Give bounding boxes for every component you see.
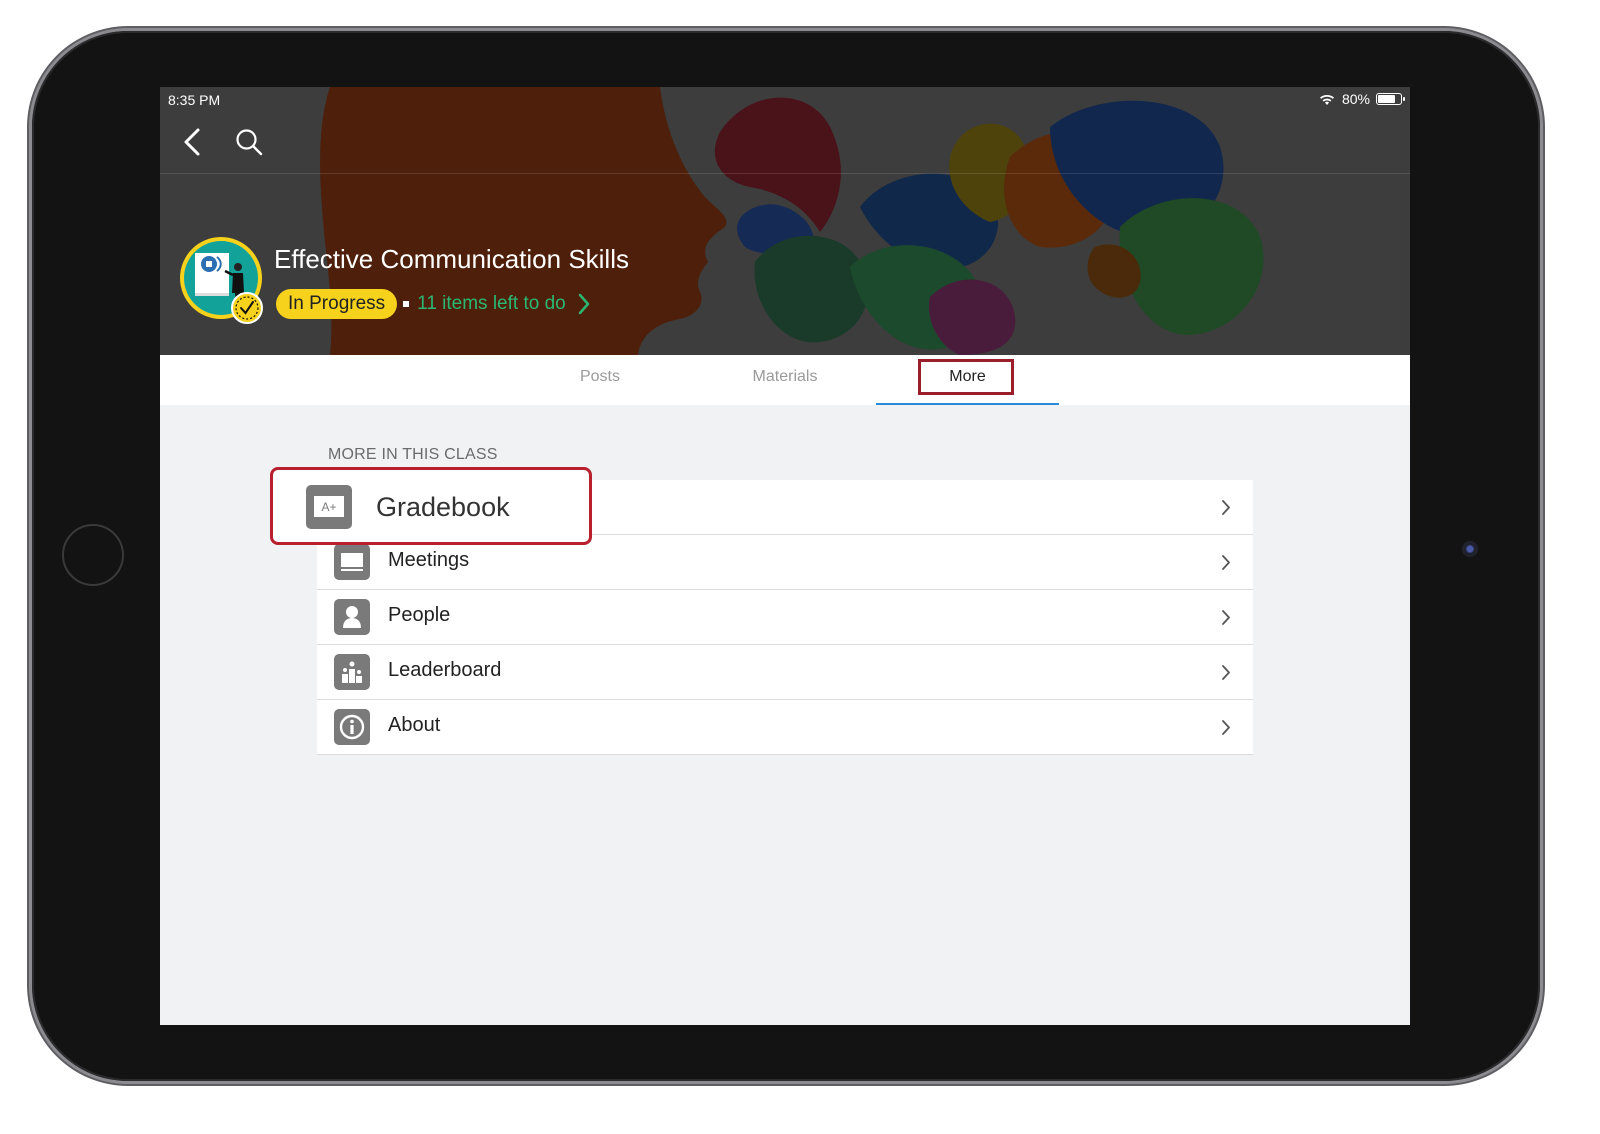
item-label: Meetings: [388, 549, 470, 571]
status-bar: 8:35 PM 80%: [160, 87, 1410, 113]
grade-a-plus-icon: A+: [306, 485, 352, 529]
chevron-right-icon: [1222, 610, 1230, 625]
todo-text: 11 items left to do: [417, 293, 566, 314]
course-header: 8:35 PM 80% Effective Communication Skil…: [160, 87, 1410, 355]
chevron-right-icon: [1222, 665, 1230, 680]
tab-posts[interactable]: Posts: [520, 355, 680, 403]
chevron-right-icon: [578, 293, 589, 315]
progress-row: In Progress 11 items left to do: [276, 288, 590, 320]
search-icon[interactable]: [234, 127, 264, 157]
chevron-right-icon: [1222, 500, 1230, 515]
item-label: People: [388, 604, 451, 626]
home-button[interactable]: [62, 524, 124, 586]
info-icon: [334, 709, 370, 745]
podium-icon: [334, 654, 370, 690]
back-chevron-icon[interactable]: [180, 127, 206, 157]
item-label: Leaderboard: [388, 659, 502, 681]
svg-text:A+: A+: [321, 500, 336, 514]
app-screen: 8:35 PM 80% Effective Communication Skil…: [160, 87, 1410, 1025]
nav-bar: [160, 113, 1410, 174]
list-item-people[interactable]: People: [317, 590, 1253, 645]
battery-icon: [1376, 93, 1405, 105]
presenter-badge-icon: [180, 237, 263, 324]
tab-bar: Posts Materials More: [160, 355, 1410, 405]
monitor-icon: [334, 544, 370, 580]
wifi-icon: [1319, 94, 1334, 105]
person-icon: [334, 599, 370, 635]
separator-dot: [403, 301, 410, 307]
battery-percent: 80%: [1341, 91, 1370, 107]
gradebook-callout[interactable]: A+ Gradebook: [270, 467, 592, 545]
list-item-leaderboard[interactable]: Leaderboard: [317, 645, 1253, 700]
status-right: 80%: [1318, 91, 1405, 107]
tab-materials[interactable]: Materials: [705, 355, 865, 403]
chevron-right-icon: [1222, 555, 1230, 570]
item-label: Gradebook: [376, 492, 510, 522]
battery-level: [1378, 95, 1396, 103]
item-label: About: [388, 714, 441, 736]
chevron-right-icon: [1222, 720, 1230, 735]
list-item-about[interactable]: About: [317, 700, 1253, 755]
status-time: 8:35 PM: [168, 92, 221, 108]
section-header: MORE IN THIS CLASS: [328, 446, 498, 463]
todo-link[interactable]: 11 items left to do: [417, 293, 590, 315]
status-badge: In Progress: [276, 289, 398, 319]
tab-more[interactable]: More: [876, 355, 1059, 405]
course-title: Effective Communication Skills: [274, 244, 629, 274]
front-camera: [1462, 541, 1478, 557]
